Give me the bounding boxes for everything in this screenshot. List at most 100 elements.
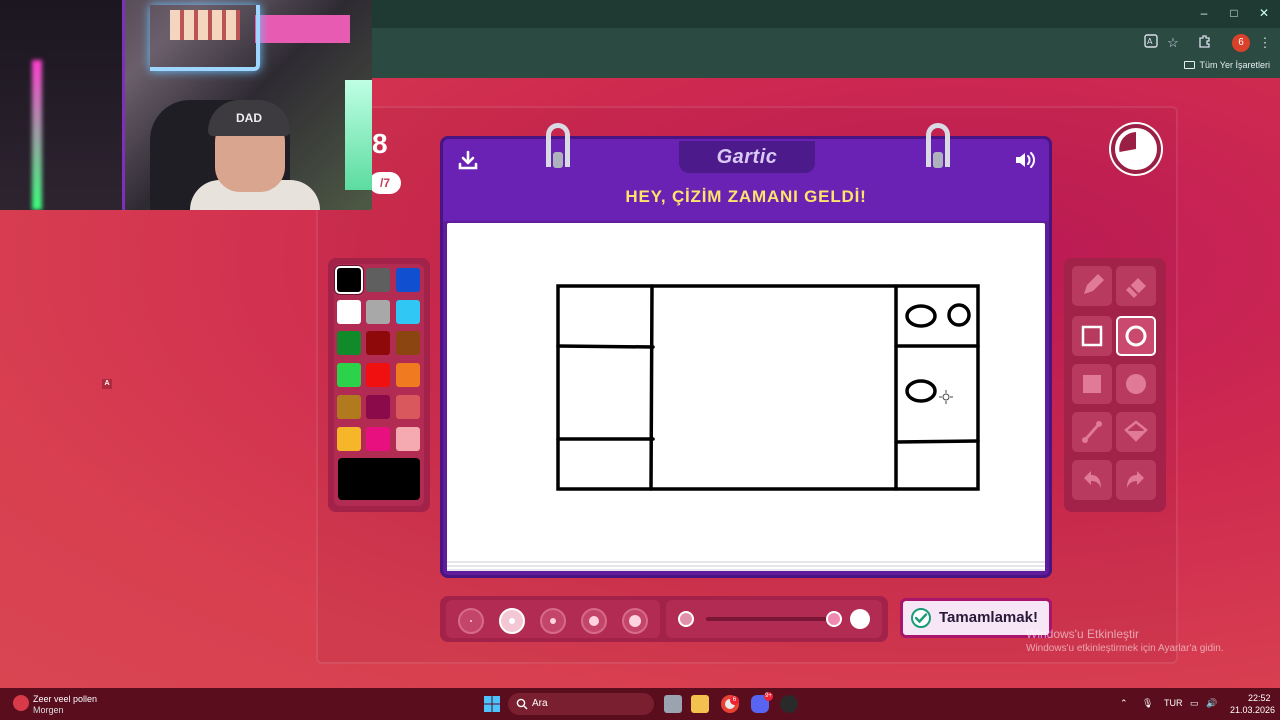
- chrome-icon[interactable]: 6: [721, 695, 739, 713]
- minimize-button[interactable]: –: [1194, 6, 1214, 20]
- undo-icon[interactable]: [1072, 460, 1112, 500]
- rectangle-outline-icon[interactable]: [1072, 316, 1112, 356]
- translate-icon[interactable]: A: [1142, 34, 1160, 52]
- ellipse-outline-icon[interactable]: [1116, 316, 1156, 356]
- app-icon[interactable]: [780, 695, 798, 713]
- opacity-min-icon: [678, 611, 694, 627]
- color-swatch[interactable]: [337, 427, 361, 451]
- size-dot: [629, 615, 641, 627]
- fill-bucket-icon[interactable]: [1116, 412, 1156, 452]
- opacity-max-icon: [850, 609, 870, 629]
- search-icon: [516, 698, 528, 710]
- brush-size-group: [446, 600, 660, 638]
- color-swatch[interactable]: [396, 427, 420, 451]
- color-swatch[interactable]: [337, 331, 361, 355]
- language-indicator[interactable]: TUR: [1164, 698, 1183, 708]
- activation-watermark-text: Windows'u etkinleştirmek için Ayarlar'a …: [1026, 643, 1224, 654]
- paper-edge: [447, 561, 1045, 571]
- weather-icon[interactable]: [13, 695, 29, 711]
- file-explorer-icon[interactable]: [691, 695, 709, 713]
- turn-headline: HEY, ÇİZİM ZAMANI GELDİ!: [625, 187, 867, 206]
- brush-size-5[interactable]: [622, 608, 648, 634]
- taskbar: Zeer veel pollen Morgen Ara 6 9+ ⌃ 🎙 TUR…: [0, 688, 1280, 720]
- opacity-slider-group: [666, 600, 882, 638]
- done-button-label: Tamamlamak!: [939, 609, 1038, 626]
- color-swatch[interactable]: [366, 427, 390, 451]
- webcam-pink-box: [255, 15, 350, 43]
- ellipse-filled-icon[interactable]: [1116, 364, 1156, 404]
- board-header: Gartic HEY, ÇİZİM ZAMANI GELDİ!: [443, 139, 1049, 221]
- weather-title[interactable]: Zeer veel pollen: [33, 694, 97, 704]
- brush-size-2[interactable]: [499, 608, 525, 634]
- microphone-icon[interactable]: 🎙: [1142, 698, 1153, 709]
- color-swatch[interactable]: [396, 395, 420, 419]
- brush-size-3[interactable]: [540, 608, 566, 634]
- volume-icon[interactable]: 🔊: [1206, 698, 1217, 709]
- round-number: 8: [372, 128, 388, 159]
- size-dot: [550, 618, 556, 624]
- eraser-icon[interactable]: [1116, 266, 1156, 306]
- close-window-button[interactable]: ✕: [1254, 6, 1274, 20]
- brush-size-4[interactable]: [581, 608, 607, 634]
- extensions-icon[interactable]: [1196, 34, 1214, 52]
- discord-badge: 9+: [764, 692, 773, 701]
- weather-subtitle: Morgen: [33, 705, 64, 715]
- maximize-button[interactable]: □: [1224, 6, 1244, 20]
- color-swatch[interactable]: [337, 268, 361, 292]
- color-swatch[interactable]: [337, 395, 361, 419]
- opacity-slider-track[interactable]: [706, 617, 834, 621]
- windows-start-icon[interactable]: [484, 696, 500, 712]
- profile-avatar[interactable]: 6: [1232, 34, 1250, 52]
- line-icon[interactable]: [1072, 412, 1112, 452]
- star-bookmark-icon[interactable]: ☆: [1164, 34, 1182, 52]
- size-dot: [509, 618, 515, 624]
- color-swatch[interactable]: [366, 268, 390, 292]
- color-swatch[interactable]: [396, 331, 420, 355]
- more-menu-icon[interactable]: ⋮: [1256, 34, 1274, 52]
- gartic-logo: Gartic: [679, 141, 815, 173]
- network-icon[interactable]: ▭: [1190, 698, 1199, 709]
- webcam-shelf: [0, 0, 125, 210]
- binder-ring-right: [926, 123, 950, 168]
- sound-icon[interactable]: [1013, 149, 1039, 171]
- search-placeholder: Ara: [532, 698, 548, 709]
- task-view-icon[interactable]: [664, 695, 682, 713]
- color-swatch[interactable]: [366, 363, 390, 387]
- all-bookmarks-label: Tüm Yer İşaretleri: [1199, 60, 1270, 70]
- color-swatch[interactable]: [396, 268, 420, 292]
- size-dot: [589, 616, 599, 626]
- color-swatch[interactable]: [366, 395, 390, 419]
- clock-date[interactable]: 21.03.2026: [1230, 705, 1275, 715]
- chrome-badge: 6: [730, 696, 739, 705]
- brush-size-1[interactable]: [458, 608, 484, 634]
- redo-icon[interactable]: [1116, 460, 1156, 500]
- download-icon[interactable]: [457, 149, 479, 171]
- webcam-person-cap: DAD: [208, 100, 290, 136]
- webcam-overlay: DAD: [0, 0, 372, 210]
- webcam-side-light: [345, 80, 372, 190]
- color-swatch[interactable]: [366, 300, 390, 324]
- color-swatch[interactable]: [396, 300, 420, 324]
- check-badge-icon: [911, 608, 931, 628]
- discord-icon[interactable]: 9+: [751, 692, 773, 713]
- folder-icon: [1184, 61, 1196, 69]
- cursor-marker-icon: A: [102, 379, 112, 389]
- tray-chevron-icon[interactable]: ⌃: [1120, 698, 1128, 709]
- current-color-preview: [338, 458, 420, 500]
- opacity-slider-knob[interactable]: [826, 611, 842, 627]
- activation-watermark-title: Windows'u Etkinleştir: [1026, 627, 1139, 641]
- color-swatch[interactable]: [366, 331, 390, 355]
- binder-ring-left: [546, 123, 570, 168]
- taskbar-search[interactable]: Ara: [508, 693, 654, 715]
- color-swatch[interactable]: [337, 300, 361, 324]
- size-dot: [470, 620, 472, 622]
- color-swatch[interactable]: [337, 363, 361, 387]
- color-swatch[interactable]: [396, 363, 420, 387]
- canvas-drawing: [556, 284, 980, 491]
- pencil-icon[interactable]: [1072, 266, 1112, 306]
- all-bookmarks-link[interactable]: Tüm Yer İşaretleri: [1184, 60, 1270, 70]
- clock-time[interactable]: 22:52: [1248, 693, 1271, 703]
- rectangle-filled-icon[interactable]: [1072, 364, 1112, 404]
- svg-text:A: A: [1147, 37, 1153, 46]
- drawing-canvas[interactable]: [447, 223, 1045, 563]
